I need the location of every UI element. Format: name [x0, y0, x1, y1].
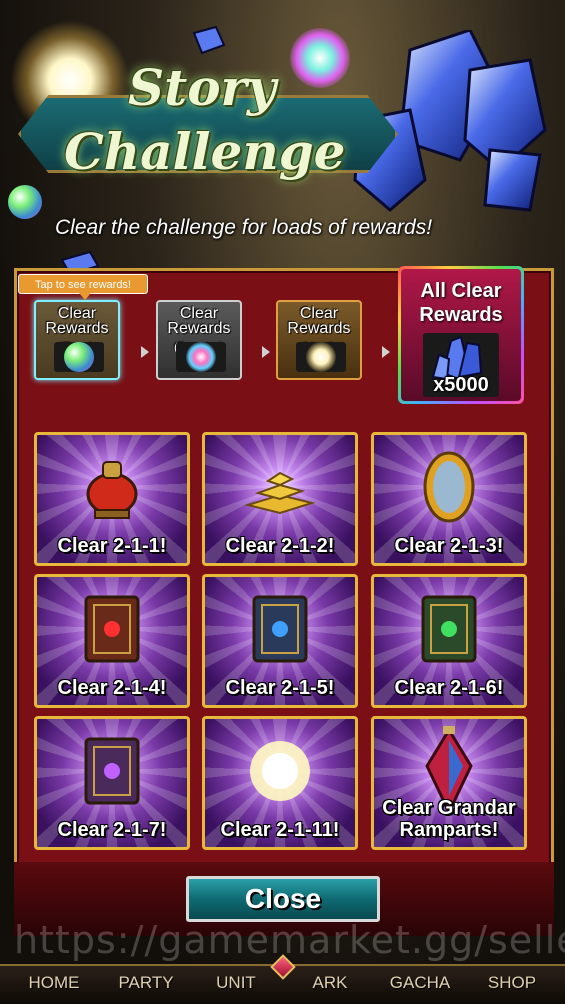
reward-caption: Clear 2-1-11!: [220, 819, 340, 841]
reward-card[interactable]: Clear 2-1-2!: [202, 432, 358, 566]
chevron-right-icon: [262, 346, 270, 358]
reward-caption: Clear 2-1-3!: [394, 535, 504, 557]
story-challenge-header: Story Challenge Clear the challenge for …: [0, 0, 565, 276]
tap-tooltip: Tap to see rewards!: [18, 274, 148, 300]
reward-caption: Clear Grandar Ramparts!: [382, 797, 516, 841]
reward-caption: Clear 2-1-5!: [225, 677, 335, 699]
nav-ark[interactable]: ARK: [290, 966, 370, 1004]
rainbow-star-icon: [290, 28, 350, 88]
page-title-line-2: Challenge: [64, 122, 346, 181]
nav-home[interactable]: HOME: [14, 966, 94, 1004]
lamp-icon: [77, 452, 147, 526]
chevron-right-icon: [382, 346, 390, 358]
reward-caption: Clear 2-1-4!: [57, 677, 167, 699]
tier-label: Clear Rewards: [45, 305, 109, 337]
chevron-right-icon: [141, 346, 149, 358]
nav-shop[interactable]: SHOP: [472, 966, 552, 1004]
all-clear-quantity: x5000: [433, 374, 489, 396]
reward-card[interactable]: Clear 2-1-3!: [371, 432, 527, 566]
mirror-icon: [419, 447, 479, 531]
watermark-text: https://gamemarket.gg/seller/0: [14, 918, 565, 962]
small-crystal-icon: [192, 25, 226, 55]
reward-card[interactable]: Clear 2-1-4!: [34, 574, 190, 708]
reward-card[interactable]: Clear Grandar Ramparts!: [371, 716, 527, 850]
all-clear-rewards-button[interactable]: All Clear Rewards x5000: [398, 266, 524, 404]
tab-clear-rewards-easy[interactable]: Clear Rewards (Easy): [34, 300, 120, 380]
all-clear-inner: All Clear Rewards x5000: [401, 269, 521, 401]
red-tome-icon: [76, 589, 148, 673]
reward-card[interactable]: Clear 2-1-7!: [34, 716, 190, 850]
rainbow-orb-icon: [64, 342, 94, 372]
rainbow-star-icon: [186, 342, 216, 372]
light-orb-icon: [240, 731, 320, 815]
reward-caption: Clear 2-1-7!: [57, 819, 167, 841]
nav-party[interactable]: PARTY: [106, 966, 186, 1004]
tier-label: Clear Rewards: [287, 305, 351, 337]
nav-unit[interactable]: UNIT: [196, 966, 276, 1004]
page-subtitle: Clear the challenge for loads of rewards…: [55, 216, 433, 239]
tier-icon-box: [176, 342, 226, 372]
gold-bars-icon: [240, 457, 320, 521]
tab-clear-rewards-regular[interactable]: Clear Rewards (Regular): [156, 300, 242, 380]
tier-icon-box: [54, 342, 104, 372]
nav-gacha[interactable]: GACHA: [378, 966, 462, 1004]
tier-label: Clear Rewards: [167, 305, 231, 337]
blue-tome-icon: [244, 589, 316, 673]
white-star-icon: [306, 342, 336, 372]
reward-card[interactable]: Clear 2-1-1!: [34, 432, 190, 566]
tier-icon-box: [296, 342, 346, 372]
green-tome-icon: [413, 589, 485, 673]
reward-caption: Clear 2-1-6!: [394, 677, 504, 699]
close-button[interactable]: Close: [186, 876, 380, 922]
reward-card[interactable]: Clear 2-1-5!: [202, 574, 358, 708]
reward-card[interactable]: Clear 2-1-6!: [371, 574, 527, 708]
reward-caption: Clear 2-1-1!: [57, 535, 167, 557]
rainbow-orb-icon: [8, 185, 42, 219]
reward-card[interactable]: Clear 2-1-11!: [202, 716, 358, 850]
tab-clear-rewards-hard[interactable]: Clear Rewards (Hard): [276, 300, 362, 380]
page-title-line-1: Story: [128, 58, 276, 117]
all-clear-label: All Clear Rewards: [419, 280, 503, 326]
reward-caption: Clear 2-1-2!: [225, 535, 335, 557]
purple-tome-icon: [76, 731, 148, 815]
